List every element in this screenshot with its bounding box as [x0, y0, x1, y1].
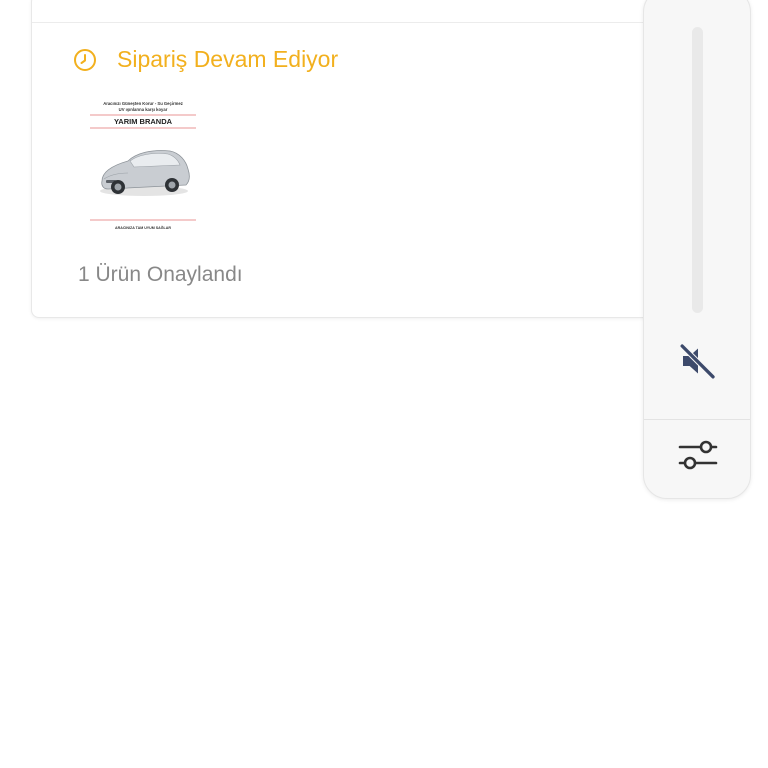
product-image-title: YARIM BRANDA	[114, 117, 173, 126]
order-status-text: Sipariş Devam Ediyor	[117, 46, 339, 72]
clock-icon	[74, 48, 96, 71]
order-card[interactable]: Sipariş Devam Ediyor Aracınızı Güneşten …	[31, 0, 671, 318]
mute-button[interactable]	[672, 337, 724, 385]
product-image-line2: UV ışınlarına karşı koyar	[119, 107, 168, 112]
card-divider	[32, 22, 670, 23]
sliders-icon	[678, 440, 718, 470]
car-illustration	[100, 150, 190, 196]
volume-mute-icon	[679, 343, 716, 380]
product-image-footer: ARACINIZA TAM UYUM SAĞLAR	[115, 225, 171, 230]
settings-button[interactable]	[674, 433, 722, 477]
page: Sipariş Devam Ediyor Aracınızı Güneşten …	[0, 0, 768, 768]
product-image[interactable]: Aracınızı Güneşten Korur - Su Geçirmez U…	[84, 99, 202, 235]
product-image-line1: Aracınızı Güneşten Korur - Su Geçirmez	[103, 101, 183, 106]
volume-slider[interactable]	[692, 27, 703, 313]
order-status: Sipariş Devam Ediyor	[73, 46, 338, 73]
panel-divider	[644, 419, 750, 420]
approved-count-text: 1 Ürün Onaylandı	[78, 263, 243, 286]
side-panel	[643, 0, 751, 499]
